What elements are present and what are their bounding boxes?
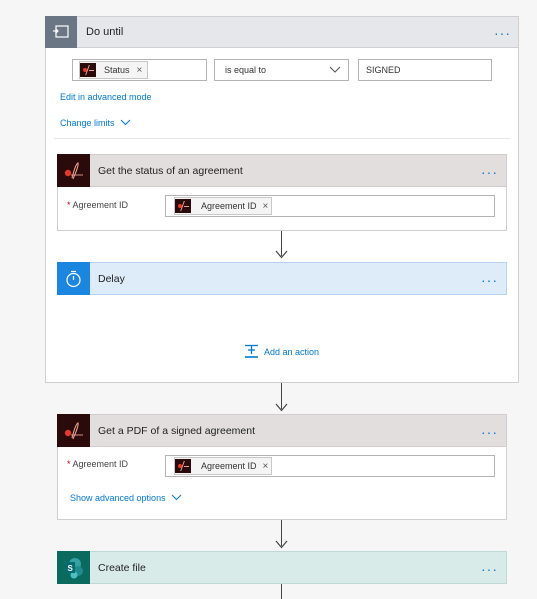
status-token[interactable]: Status ×: [79, 61, 148, 79]
loop-icon: [45, 16, 77, 48]
create-file-more-icon[interactable]: ···: [481, 562, 498, 576]
pdf-more-icon[interactable]: ···: [481, 425, 498, 439]
connector-line: [281, 584, 282, 599]
condition-value: SIGNED: [366, 65, 401, 75]
arrow-down-icon: [275, 403, 288, 412]
divider: [54, 138, 510, 139]
edit-advanced-mode-link[interactable]: Edit in advanced mode: [60, 92, 152, 102]
timer-icon: [57, 262, 90, 295]
status-action-title: Get the status of an agreement: [98, 165, 243, 177]
do-until-more-icon[interactable]: ···: [494, 26, 511, 40]
agreement-id-token[interactable]: Agreement ID ×: [174, 197, 272, 215]
do-until-title: Do until: [86, 26, 124, 38]
chevron-down-icon[interactable]: [120, 119, 131, 126]
change-limits-link[interactable]: Change limits: [60, 118, 115, 128]
sharepoint-icon: S: [57, 551, 90, 584]
show-advanced-options-link[interactable]: Show advanced options: [70, 493, 166, 503]
token-remove-icon[interactable]: ×: [263, 461, 269, 472]
chevron-down-icon[interactable]: [329, 66, 341, 74]
adobe-sign-icon: [57, 154, 90, 187]
arrow-down-icon: [275, 250, 288, 259]
pdf-action-title: Get a PDF of a signed agreement: [98, 425, 256, 437]
operator-value: is equal to: [225, 65, 267, 75]
token-remove-icon[interactable]: ×: [263, 201, 269, 212]
delay-action-title: Delay: [98, 273, 125, 285]
svg-text:S: S: [68, 564, 74, 573]
agreement-id-label: * Agreement ID: [67, 459, 129, 469]
status-token-remove-icon[interactable]: ×: [137, 65, 143, 76]
chevron-down-icon[interactable]: [171, 494, 182, 501]
agreement-id-token-label: Agreement ID: [201, 201, 257, 211]
status-token-label: Status: [104, 65, 130, 75]
adobe-sign-icon: [57, 414, 90, 447]
add-action-icon[interactable]: [243, 344, 260, 359]
create-file-action-title: Create file: [98, 562, 146, 574]
agreement-id-label: * Agreement ID: [67, 200, 129, 210]
agreement-id-token-label: Agreement ID: [201, 461, 257, 471]
agreement-id-token[interactable]: Agreement ID ×: [174, 457, 272, 475]
add-an-action-link[interactable]: Add an action: [264, 347, 319, 357]
adobe-sign-icon: [80, 63, 96, 77]
arrow-down-icon: [275, 540, 288, 549]
adobe-sign-icon: [175, 199, 191, 213]
status-more-icon[interactable]: ···: [481, 165, 498, 179]
adobe-sign-icon: [175, 459, 191, 473]
delay-more-icon[interactable]: ···: [481, 273, 498, 287]
